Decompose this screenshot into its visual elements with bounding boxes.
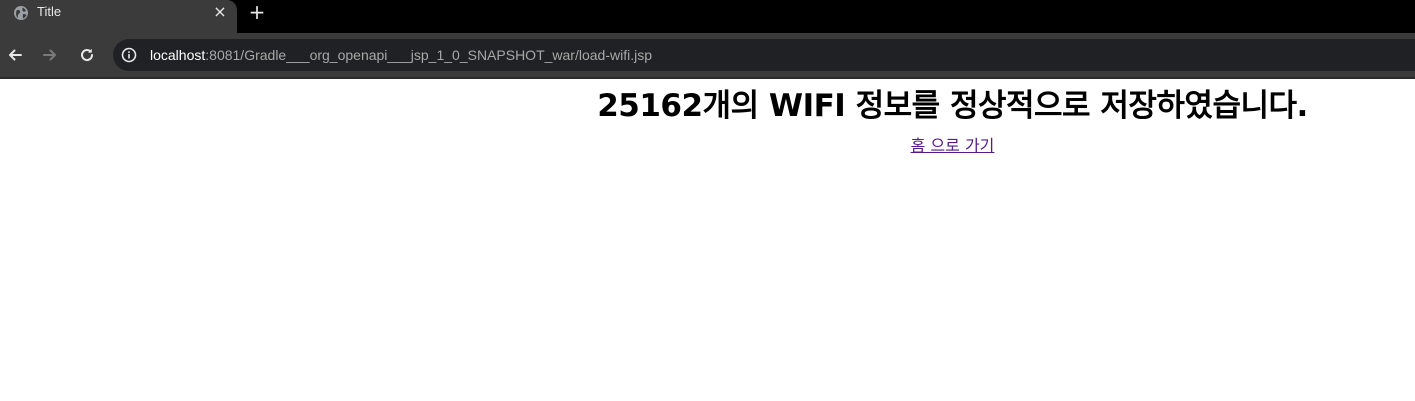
- home-link-container: 홈 으로 가기: [490, 135, 1415, 157]
- url-host: localhost: [150, 47, 206, 63]
- forward-arrow-icon[interactable]: [39, 44, 61, 66]
- back-arrow-icon[interactable]: [4, 44, 26, 66]
- save-result-heading: 25162개의 WIFI 정보를 정상적으로 저장하였습니다.: [597, 88, 1308, 124]
- address-bar[interactable]: localhost:8081/Gradle___org_openapi___js…: [113, 39, 1415, 71]
- url-path: :8081/Gradle___org_openapi___jsp_1_0_SNA…: [205, 47, 652, 63]
- tab-active[interactable]: Title ×: [0, 0, 237, 33]
- tab-strip: Title × +: [0, 0, 1415, 33]
- globe-icon: [13, 5, 29, 21]
- tab-title: Title: [37, 4, 62, 19]
- new-tab-plus-icon[interactable]: +: [247, 2, 267, 22]
- home-link[interactable]: 홈 으로 가기: [911, 136, 995, 155]
- site-info-icon[interactable]: [119, 45, 139, 65]
- close-icon[interactable]: ×: [212, 4, 228, 20]
- url-text[interactable]: localhost:8081/Gradle___org_openapi___js…: [150, 46, 652, 64]
- browser-window: Title × + localhost:8081/Gradle___org_op…: [0, 0, 1415, 401]
- page-content: 25162개의 WIFI 정보를 정상적으로 저장하였습니다. 홈 으로 가기: [0, 79, 1415, 401]
- reload-icon[interactable]: [76, 44, 98, 66]
- browser-toolbar: localhost:8081/Gradle___org_openapi___js…: [0, 33, 1415, 77]
